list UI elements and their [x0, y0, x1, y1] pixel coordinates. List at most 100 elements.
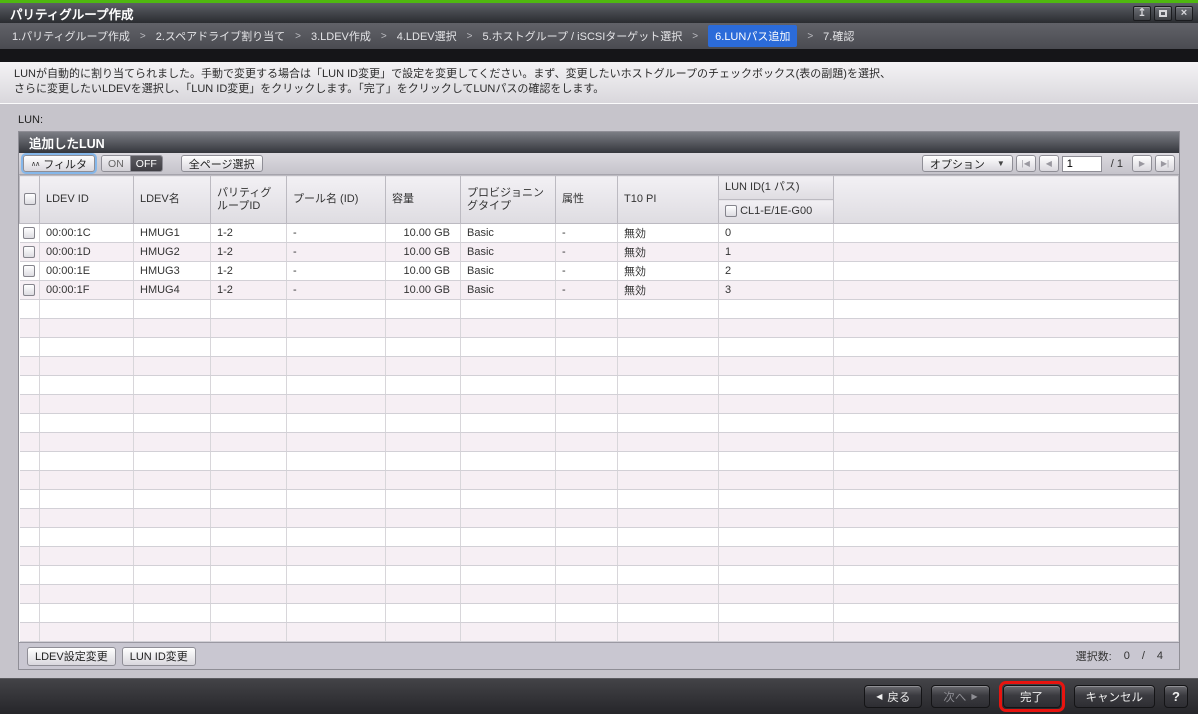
ldev-settings-change-button[interactable]: LDEV設定変更 [27, 647, 116, 666]
instruction-line-2: さらに変更したいLDEVを選択し、「LUN ID変更」をクリックします。「完了」… [14, 82, 1184, 97]
close-icon[interactable]: × [1175, 6, 1193, 21]
cell-ldev-id: 00:00:1C [40, 224, 134, 243]
page-total-label: / 1 [1111, 158, 1123, 170]
row-checkbox[interactable] [23, 246, 35, 258]
added-lun-panel: 追加したLUN ∧∧ フィルタ ON OFF 全ページ選択 オプション ▼ |◀… [18, 131, 1180, 670]
cell-parity-group-id: 1-2 [211, 243, 287, 262]
filter-on-button[interactable]: ON [102, 156, 130, 171]
hostgroup-checkbox[interactable] [725, 205, 737, 217]
first-page-icon: |◀ [1022, 159, 1030, 168]
window-titlebar: パリティグループ作成 ↥ × [0, 0, 1198, 23]
step-4: 4.LDEV選択 [397, 28, 457, 44]
empty-rows [20, 300, 1179, 642]
cell-t10-pi: 無効 [618, 243, 719, 262]
cell-provisioning-type: Basic [461, 224, 556, 243]
page-number-input[interactable] [1062, 156, 1102, 172]
lun-id-change-button[interactable]: LUN ID変更 [122, 647, 196, 666]
cell-t10-pi: 無効 [618, 224, 719, 243]
select-all-pages-button[interactable]: 全ページ選択 [181, 155, 263, 172]
select-all-checkbox[interactable] [24, 193, 36, 205]
column-header-pool-name[interactable]: プール名 (ID) [287, 176, 386, 224]
column-header-ldev-id[interactable]: LDEV ID [40, 176, 134, 224]
options-button[interactable]: オプション ▼ [922, 155, 1013, 172]
cell-t10-pi: 無効 [618, 281, 719, 300]
step-bar-divider [0, 49, 1198, 62]
column-header-filler [834, 176, 1179, 224]
next-icon: ▶ [971, 692, 977, 701]
empty-table-row [20, 338, 1179, 357]
row-checkbox[interactable] [23, 265, 35, 277]
instruction-line-1: LUNが自動的に割り当てられました。手動で変更する場合は「LUN ID変更」で設… [14, 67, 1184, 82]
step-separator: > [467, 31, 473, 42]
total-count-value: 4 [1157, 650, 1163, 662]
cancel-button[interactable]: キャンセル [1074, 685, 1156, 708]
cell-ldev-id: 00:00:1E [40, 262, 134, 281]
hostgroup-label: CL1-E/1E-G00 [740, 205, 812, 217]
table-row[interactable]: 00:00:1D HMUG2 1-2 - 10.00 GB Basic - 無効… [20, 243, 1179, 262]
step-2: 2.スペアドライブ割り当て [156, 28, 285, 44]
cell-filler [834, 281, 1179, 300]
filter-off-button[interactable]: OFF [130, 156, 162, 171]
table-row[interactable]: 00:00:1E HMUG3 1-2 - 10.00 GB Basic - 無効… [20, 262, 1179, 281]
column-header-attribute[interactable]: 属性 [556, 176, 618, 224]
cell-provisioning-type: Basic [461, 281, 556, 300]
selection-count-label: 選択数: [1076, 648, 1112, 664]
empty-table-row [20, 452, 1179, 471]
step-5: 5.ホストグループ / iSCSIターゲット選択 [482, 28, 682, 44]
cell-parity-group-id: 1-2 [211, 262, 287, 281]
step-separator: > [381, 31, 387, 42]
cell-capacity: 10.00 GB [386, 281, 461, 300]
prev-page-icon: ◀ [1046, 159, 1052, 168]
column-header-hostgroup[interactable]: CL1-E/1E-G00 [719, 200, 834, 224]
cell-pool-name: - [287, 262, 386, 281]
table-row[interactable]: 00:00:1C HMUG1 1-2 - 10.00 GB Basic - 無効… [20, 224, 1179, 243]
cell-attribute: - [556, 262, 618, 281]
filter-button-label: フィルタ [43, 156, 87, 172]
column-header-parity-group-id[interactable]: パリティグループID [211, 176, 287, 224]
cell-ldev-id: 00:00:1F [40, 281, 134, 300]
empty-table-row [20, 471, 1179, 490]
back-button[interactable]: ◀ 戻る [864, 685, 922, 708]
cell-filler [834, 224, 1179, 243]
row-checkbox[interactable] [23, 284, 35, 296]
selection-count: 選択数: 0 / 4 [1076, 648, 1171, 664]
next-page-icon: ▶ [1139, 159, 1145, 168]
last-page-icon: ▶| [1161, 159, 1169, 168]
next-page-button[interactable]: ▶ [1132, 155, 1152, 172]
filter-on-off-toggle: ON OFF [101, 155, 163, 172]
cell-lun-id: 3 [719, 281, 834, 300]
selection-separator: / [1142, 650, 1145, 662]
cell-filler [834, 243, 1179, 262]
empty-table-row [20, 623, 1179, 642]
empty-table-row [20, 509, 1179, 528]
select-all-checkbox-header[interactable] [20, 176, 40, 224]
minimize-icon[interactable]: ↥ [1133, 6, 1151, 21]
step-bar: 1.パリティグループ作成>2.スペアドライブ割り当て>3.LDEV作成>4.LD… [0, 23, 1198, 49]
table-row[interactable]: 00:00:1F HMUG4 1-2 - 10.00 GB Basic - 無効… [20, 281, 1179, 300]
cell-ldev-name: HMUG3 [134, 262, 211, 281]
first-page-button[interactable]: |◀ [1016, 155, 1036, 172]
help-button[interactable]: ? [1164, 685, 1188, 708]
column-header-provisioning-type[interactable]: プロビジョニングタイプ [461, 176, 556, 224]
back-button-label: 戻る [887, 689, 910, 705]
maximize-icon[interactable] [1154, 6, 1172, 21]
column-header-capacity[interactable]: 容量 [386, 176, 461, 224]
row-checkbox[interactable] [23, 227, 35, 239]
column-header-ldev-name[interactable]: LDEV名 [134, 176, 211, 224]
filter-button[interactable]: ∧∧ フィルタ [23, 155, 95, 172]
options-button-label: オプション [930, 156, 985, 172]
last-page-button[interactable]: ▶| [1155, 155, 1175, 172]
column-header-t10-pi[interactable]: T10 PI [618, 176, 719, 224]
chevron-down-icon: ▼ [997, 159, 1005, 168]
empty-table-row [20, 528, 1179, 547]
cell-ldev-name: HMUG1 [134, 224, 211, 243]
table-footer: LDEV設定変更 LUN ID変更 選択数: 0 / 4 [19, 642, 1179, 669]
cell-filler [834, 262, 1179, 281]
step-separator: > [140, 31, 146, 42]
main-content: LUN: 追加したLUN ∧∧ フィルタ ON OFF 全ページ選択 オプション… [0, 104, 1198, 678]
empty-table-row [20, 357, 1179, 376]
step-7: 7.確認 [823, 28, 854, 44]
finish-button[interactable]: 完了 [1003, 685, 1061, 708]
empty-table-row [20, 585, 1179, 604]
prev-page-button[interactable]: ◀ [1039, 155, 1059, 172]
